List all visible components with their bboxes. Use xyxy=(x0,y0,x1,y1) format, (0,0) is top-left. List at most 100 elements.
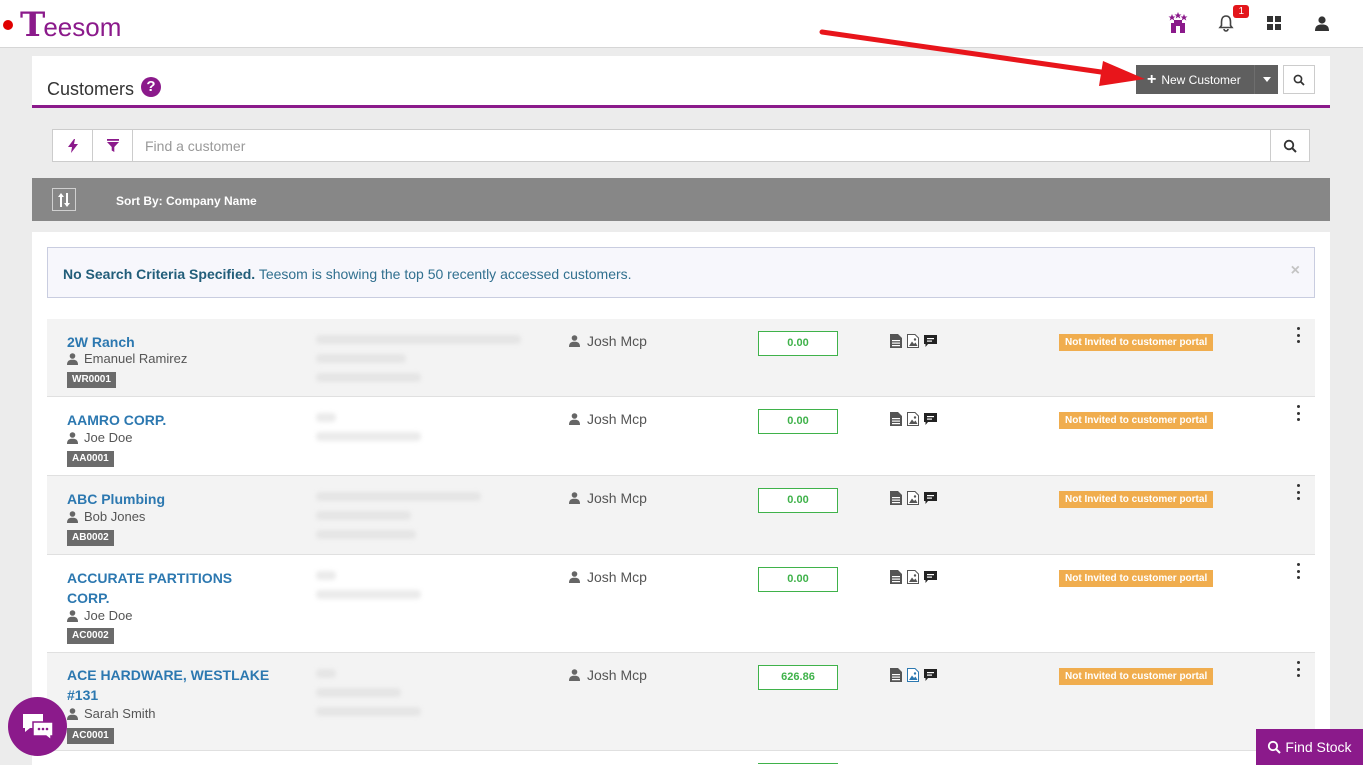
image-file-icon[interactable] xyxy=(907,668,919,682)
comment-icon[interactable] xyxy=(924,669,937,681)
customer-row[interactable]: 2W Ranch Emanuel Ramirez WR0001 Josh Mcp… xyxy=(47,319,1315,397)
person-icon xyxy=(67,707,78,720)
top-navbar: T eesom 1 xyxy=(0,0,1363,48)
person-icon xyxy=(569,335,580,347)
chat-launcher-button[interactable] xyxy=(8,697,67,756)
image-file-icon[interactable] xyxy=(907,412,919,426)
document-icon[interactable] xyxy=(890,668,902,682)
help-icon[interactable]: ? xyxy=(141,77,161,97)
image-file-icon[interactable] xyxy=(907,491,919,505)
customer-name-line2: #131 xyxy=(67,687,99,703)
customer-name-line2: CORP. xyxy=(67,590,110,606)
search-submit-button[interactable] xyxy=(1270,130,1309,161)
document-icon[interactable] xyxy=(890,570,902,584)
row-menu-icon[interactable] xyxy=(1293,661,1303,677)
customer-row[interactable] xyxy=(47,751,1315,765)
image-file-icon[interactable] xyxy=(907,334,919,348)
row-action-icons xyxy=(890,334,937,348)
comment-icon[interactable] xyxy=(924,335,937,347)
redacted-contact-info xyxy=(312,319,528,396)
search-icon xyxy=(1283,139,1297,153)
quick-filter-button[interactable] xyxy=(53,130,93,161)
customer-contact: Emanuel Ramirez xyxy=(67,351,187,366)
balance-badge[interactable]: 0.00 xyxy=(758,331,838,356)
row-action-icons xyxy=(890,491,937,505)
customer-row[interactable]: ACE HARDWARE, WESTLAKE #131 Sarah Smith A… xyxy=(47,653,1315,751)
row-menu-icon[interactable] xyxy=(1293,327,1303,343)
sort-bar: Sort By: Company Name xyxy=(32,178,1330,221)
contact-name: Emanuel Ramirez xyxy=(84,351,188,366)
new-customer-button[interactable]: + New Customer xyxy=(1136,65,1278,94)
customer-row[interactable]: ACCURATE PARTITIONS CORP. Joe Doe AC0002 … xyxy=(47,555,1315,653)
customer-name-link[interactable]: AAMRO CORP. xyxy=(67,410,287,430)
balance-badge[interactable]: 0.00 xyxy=(758,409,838,434)
person-icon xyxy=(569,669,580,681)
portal-status-badge: Not Invited to customer portal xyxy=(1059,412,1214,429)
logo-initial: T xyxy=(20,5,46,45)
document-icon[interactable] xyxy=(890,412,902,426)
account-owner: Josh Mcp xyxy=(569,667,647,683)
notification-bell-icon[interactable]: 1 xyxy=(1213,5,1249,36)
contact-name: Joe Doe xyxy=(84,608,133,623)
customer-search-bar xyxy=(52,129,1310,162)
image-file-icon[interactable] xyxy=(907,570,919,584)
header-search-button[interactable] xyxy=(1283,65,1315,94)
notification-count-badge: 1 xyxy=(1233,5,1249,18)
redacted-contact-info xyxy=(312,555,528,652)
page-header: Customers ? + New Customer xyxy=(32,56,1330,108)
document-icon[interactable] xyxy=(890,491,902,505)
status-dot xyxy=(3,20,13,30)
customer-name-link[interactable]: ACCURATE PARTITIONS CORP. xyxy=(67,568,287,608)
row-menu-icon[interactable] xyxy=(1293,484,1303,500)
portal-status-badge: Not Invited to customer portal xyxy=(1059,570,1214,587)
teesom-logo[interactable]: T eesom xyxy=(20,8,121,42)
row-menu-icon[interactable] xyxy=(1293,405,1303,421)
balance-badge[interactable]: 0.00 xyxy=(758,567,838,592)
plus-icon: + xyxy=(1147,70,1157,88)
comment-icon[interactable] xyxy=(924,571,937,583)
lightning-icon xyxy=(67,138,78,153)
customer-row[interactable]: AAMRO CORP. Joe Doe AA0001 Josh Mcp 0.00… xyxy=(47,397,1315,476)
filter-button[interactable] xyxy=(93,130,133,161)
new-customer-label: New Customer xyxy=(1161,72,1241,87)
customer-name-link[interactable]: 2W Ranch xyxy=(67,332,287,352)
balance-badge[interactable]: 626.86 xyxy=(758,665,838,690)
portal-status-badge: Not Invited to customer portal xyxy=(1059,668,1214,685)
document-icon[interactable] xyxy=(890,334,902,348)
alert-close-icon[interactable]: × xyxy=(1291,262,1300,280)
search-icon xyxy=(1268,740,1282,754)
customer-name-link[interactable]: ABC Plumbing xyxy=(67,489,287,509)
account-owner: Josh Mcp xyxy=(569,569,647,585)
find-stock-button[interactable]: Find Stock xyxy=(1256,729,1363,765)
row-action-icons xyxy=(890,570,937,584)
redacted-contact-info xyxy=(312,476,528,554)
customer-search-input[interactable] xyxy=(133,130,1270,161)
chat-bubbles-icon xyxy=(22,713,54,742)
user-profile-icon[interactable] xyxy=(1309,10,1335,36)
contact-name: Joe Doe xyxy=(84,430,133,445)
new-customer-dropdown-toggle[interactable] xyxy=(1254,65,1278,94)
topbar-icons: 1 xyxy=(1165,5,1335,36)
customer-results: No Search Criteria Specified. Teesom is … xyxy=(32,232,1330,765)
alert-strong-text: No Search Criteria Specified. xyxy=(63,266,256,282)
portal-status-badge: Not Invited to customer portal xyxy=(1059,334,1214,351)
account-owner: Josh Mcp xyxy=(569,490,647,506)
owner-name: Josh Mcp xyxy=(587,667,647,683)
new-customer-main[interactable]: + New Customer xyxy=(1136,65,1254,94)
comment-icon[interactable] xyxy=(924,413,937,425)
customer-name-line1: ACE HARDWARE, WESTLAKE xyxy=(67,667,270,683)
customer-name-link[interactable]: ACE HARDWARE, WESTLAKE #131 xyxy=(67,665,287,705)
balance-badge[interactable]: 0.00 xyxy=(758,488,838,513)
castle-icon[interactable] xyxy=(1165,10,1191,36)
comment-icon[interactable] xyxy=(924,492,937,504)
customer-row[interactable]: ABC Plumbing Bob Jones AB0002 Josh Mcp 0… xyxy=(47,476,1315,555)
row-menu-icon[interactable] xyxy=(1293,563,1303,579)
person-icon xyxy=(569,571,580,583)
sort-by-label[interactable]: Sort By: Company Name xyxy=(116,194,257,208)
customer-code-badge: AC0001 xyxy=(67,728,114,744)
customer-contact: Joe Doe xyxy=(67,608,132,623)
customer-code-badge: WR0001 xyxy=(67,372,116,388)
apps-grid-icon[interactable] xyxy=(1261,10,1287,36)
sort-direction-toggle[interactable] xyxy=(52,188,76,211)
customer-code-badge: AA0001 xyxy=(67,451,114,467)
